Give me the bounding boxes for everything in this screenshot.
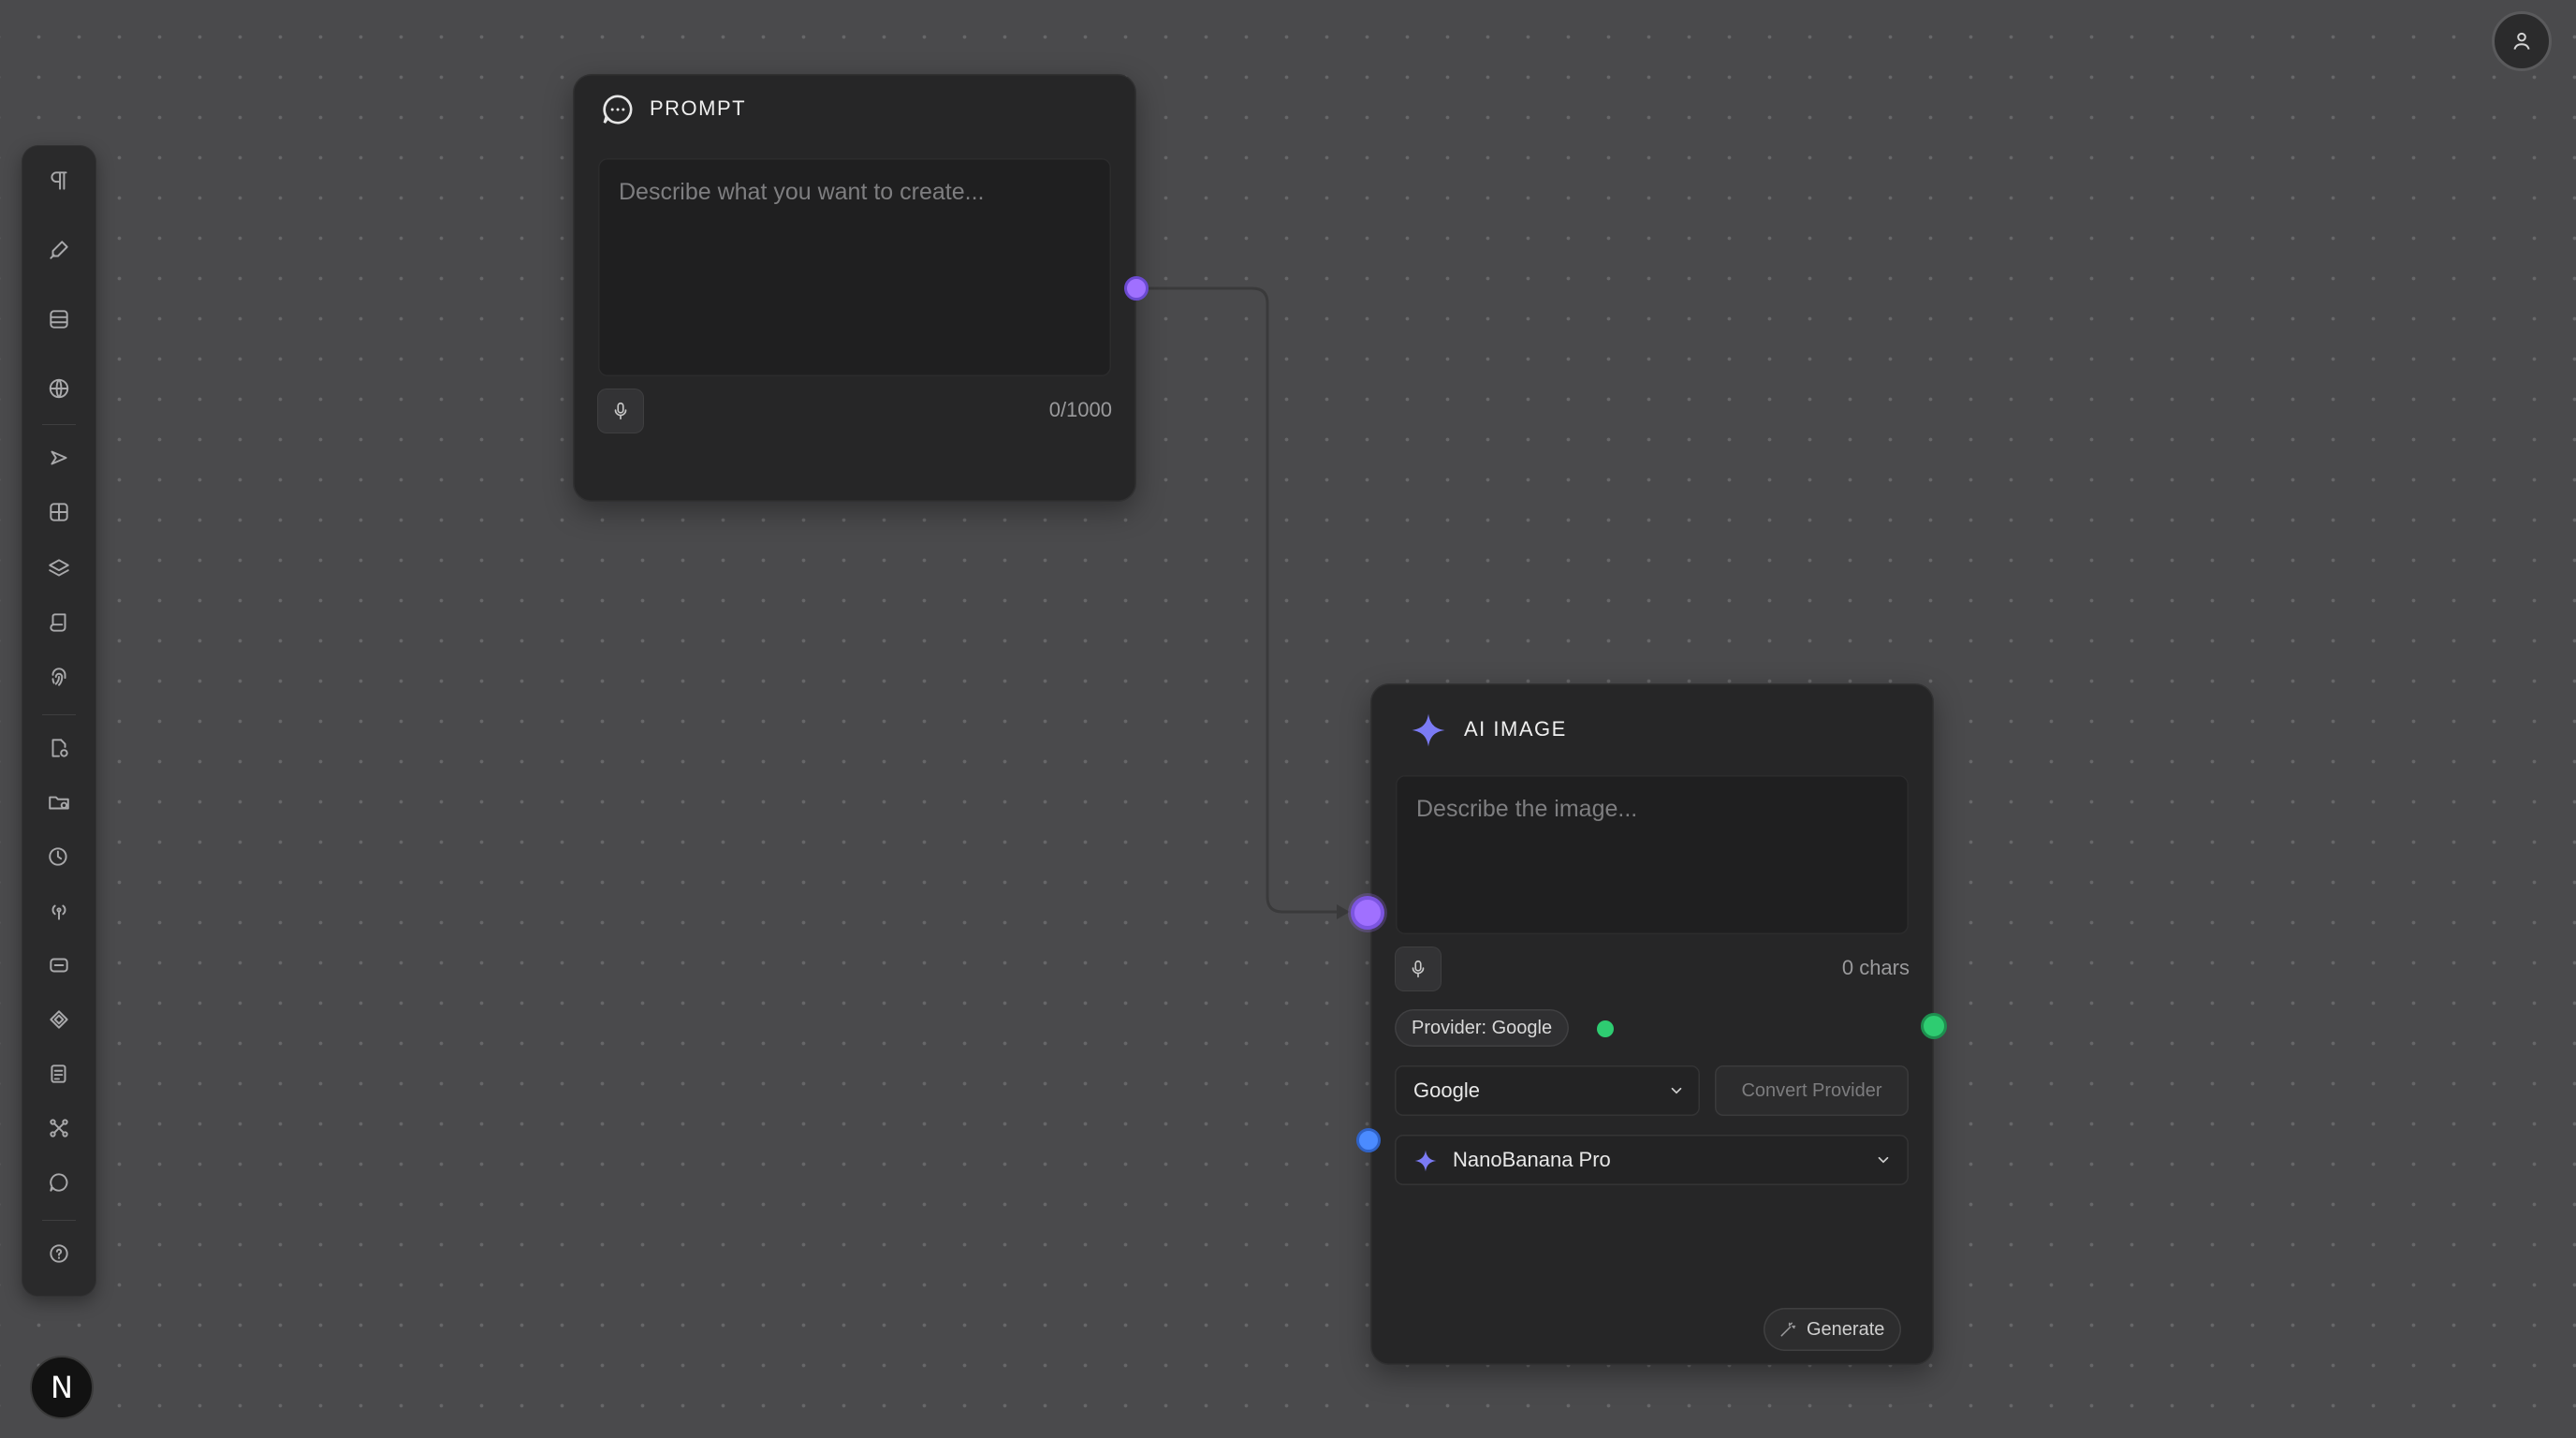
layers-icon[interactable] [37,546,81,591]
diamond-icon[interactable] [37,997,81,1042]
provider-badge: Provider: Google [1395,1009,1570,1047]
ai-image-node[interactable]: AI IMAGE Describe the image... 0 chars P… [1370,683,1934,1365]
microphone-icon [614,402,627,420]
chat-bubble-icon [603,95,633,125]
ai-image-node-title: AI IMAGE [1464,717,1567,741]
image-prompt-input-handle[interactable] [1351,896,1384,930]
image-description-textarea[interactable]: Describe the image... [1396,775,1909,934]
chevron-down-icon [1878,1156,1889,1164]
sparkle-icon [1412,713,1445,747]
broadcast-icon[interactable] [37,888,81,933]
model-select-value: NanoBanana Pro [1453,1148,1611,1171]
left-toolbar [22,145,96,1297]
convert-provider-button[interactable]: Convert Provider [1715,1065,1909,1116]
folder-icon[interactable] [37,780,81,825]
prompt-char-counter: 0/1000 [1048,398,1112,421]
provider-select[interactable]: Google [1395,1065,1700,1116]
notes-icon[interactable] [37,1051,81,1096]
user-avatar[interactable] [2492,11,2552,71]
generate-button-label: Generate [1807,1318,1885,1340]
image-reference-input-handle[interactable] [1356,1128,1381,1152]
provider-status-dot [1597,1020,1614,1037]
grid-icon[interactable] [37,490,81,535]
image-char-counter: 0 chars [1841,956,1910,979]
chat-icon[interactable] [37,1160,81,1205]
prompt-node[interactable]: PROMPT Describe what you want to create.… [573,74,1136,502]
frame-icon[interactable] [37,943,81,988]
image-output-handle[interactable] [1921,1013,1947,1039]
fingerprint-icon[interactable] [37,654,81,699]
database-icon[interactable] [37,297,81,342]
prompt-node-title: PROMPT [650,96,747,120]
provider-select-value: Google [1413,1078,1480,1102]
pen-icon[interactable] [37,227,81,272]
prompt-mic-button[interactable] [597,389,644,433]
workspace-badge[interactable]: N [30,1356,94,1419]
help-icon[interactable] [37,1231,81,1276]
generate-button[interactable]: Generate [1764,1308,1902,1351]
model-select[interactable]: NanoBanana Pro [1395,1135,1909,1185]
prompt-textarea[interactable]: Describe what you want to create... [598,158,1111,376]
file-settings-icon[interactable] [37,726,81,770]
clock-icon[interactable] [37,834,81,879]
paragraph-icon[interactable] [37,158,81,203]
user-icon [2513,32,2530,50]
prompt-output-handle[interactable] [1124,276,1149,301]
microphone-icon [1412,960,1425,978]
magic-wand-icon [1780,1322,1796,1337]
scroll-icon[interactable] [37,600,81,645]
image-mic-button[interactable] [1395,946,1442,991]
model-sparkle-icon [1414,1150,1437,1172]
network-icon[interactable] [37,1106,81,1151]
send-icon[interactable] [37,435,81,480]
chevron-down-icon [1671,1087,1682,1094]
connection-edge [1138,286,1350,919]
globe-icon[interactable] [37,366,81,411]
